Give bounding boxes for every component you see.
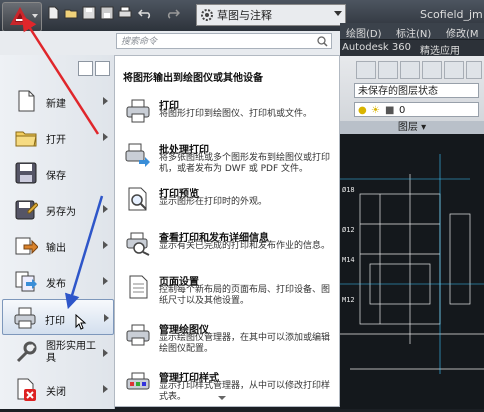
red-arrow (21, 15, 100, 135)
blue-arrow (64, 195, 104, 310)
annotation-arrows (21, 15, 104, 310)
